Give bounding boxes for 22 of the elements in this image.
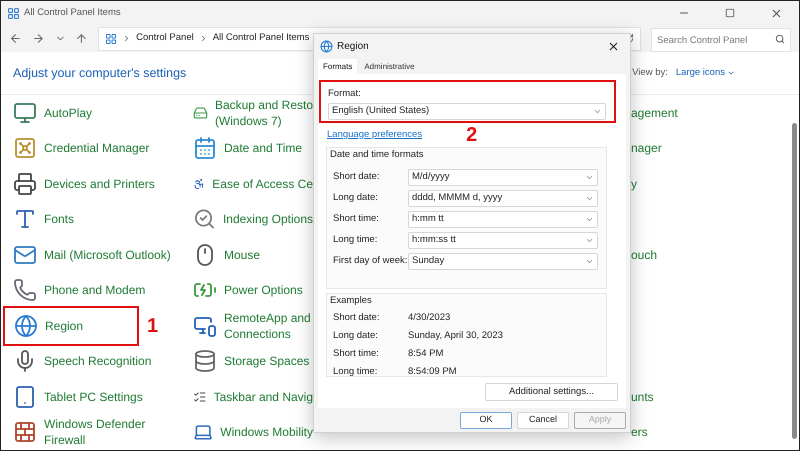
field-label: Short time: <box>333 212 380 226</box>
field-label: Short date: <box>333 170 380 184</box>
callout-number: 2 <box>466 125 478 145</box>
window-title: All Control Panel Items <box>24 6 121 20</box>
example-label: Long date: <box>333 328 379 343</box>
example-value: 4/30/2023 <box>408 310 450 325</box>
example-label: Short time: <box>333 346 380 361</box>
example-value: Sunday, April 30, 2023 <box>408 328 503 343</box>
group-title: Date and time formats <box>330 149 424 161</box>
field-label: Long date: <box>333 191 379 206</box>
dialog-title: Region <box>337 40 369 54</box>
callout-number: 1 <box>147 314 158 339</box>
field-label: First day of week: <box>333 254 408 268</box>
group-title: Examples <box>330 295 373 307</box>
view-by-label: View by: <box>632 66 668 80</box>
format-label: Format: <box>328 88 362 100</box>
page-heading: Adjust your computer's settings <box>13 64 186 82</box>
example-value: 8:54:09 PM <box>408 364 457 379</box>
field-label: Long time: <box>333 233 378 248</box>
example-label: Long time: <box>333 364 378 379</box>
example-label: Short date: <box>333 310 380 325</box>
example-value: 8:54 PM <box>408 346 444 361</box>
